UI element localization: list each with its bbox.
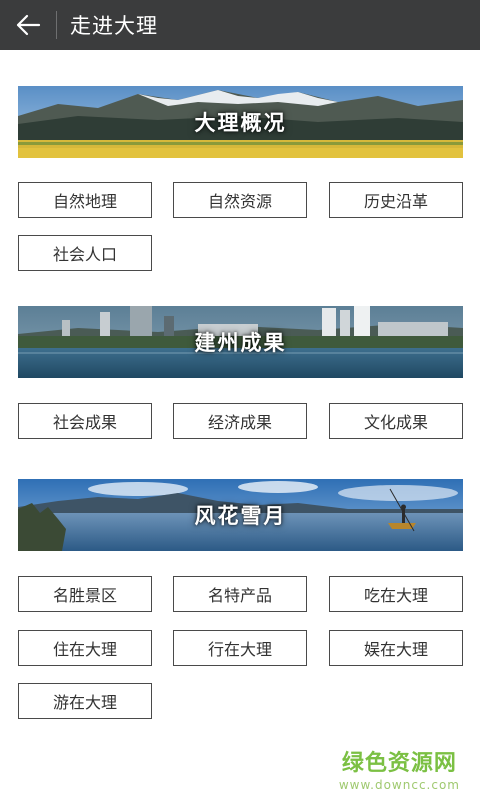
back-button[interactable] [0, 0, 56, 50]
menu-item-tour[interactable]: 游在大理 [18, 683, 152, 719]
watermark-text: 绿色资源网 [341, 751, 457, 776]
menu-item-cultural-achievements[interactable]: 文化成果 [329, 403, 463, 439]
banner-achievements[interactable]: 建州成果 [18, 306, 463, 378]
banner-dali-overview[interactable]: 大理概况 [18, 86, 463, 158]
menu-item-travel[interactable]: 行在大理 [173, 630, 307, 666]
menu-item-social-achievements[interactable]: 社会成果 [18, 403, 152, 439]
page-title: 走进大理 [70, 14, 158, 38]
top-app-bar: 走进大理 [0, 0, 480, 50]
site-watermark: 绿色资源网 www.downcc.com [339, 745, 460, 792]
banner-title: 建州成果 [194, 331, 287, 355]
arrow-left-icon [16, 14, 41, 36]
banner-title: 大理概况 [194, 111, 287, 135]
watermark-url: www.downcc.com [338, 778, 460, 792]
menu-item-population[interactable]: 社会人口 [18, 235, 152, 271]
menu-item-economic-achievements[interactable]: 经济成果 [173, 403, 307, 439]
banner-title: 风花雪月 [194, 504, 287, 528]
menu-item-scenic-spots[interactable]: 名胜景区 [18, 576, 152, 612]
banner-wind-flower-snow-moon[interactable]: 风花雪月 [18, 479, 463, 551]
menu-item-natural-geography[interactable]: 自然地理 [18, 182, 152, 218]
menu-item-eat[interactable]: 吃在大理 [329, 576, 463, 612]
menu-item-history[interactable]: 历史沿革 [329, 182, 463, 218]
menu-item-natural-resources[interactable]: 自然资源 [173, 182, 307, 218]
header-divider [56, 11, 57, 39]
menu-item-stay[interactable]: 住在大理 [18, 630, 152, 666]
menu-item-entertainment[interactable]: 娱在大理 [329, 630, 463, 666]
menu-item-local-products[interactable]: 名特产品 [173, 576, 307, 612]
